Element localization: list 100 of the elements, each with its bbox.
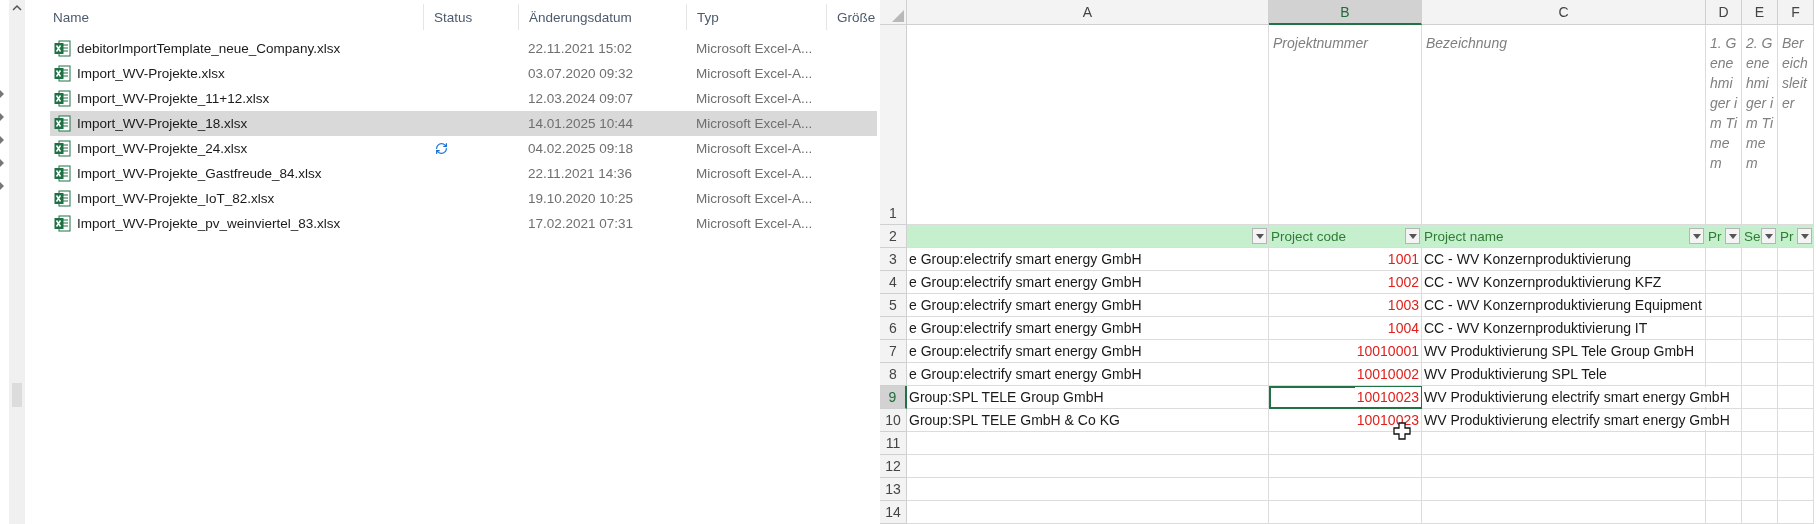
table-cell [1778, 409, 1814, 432]
file-row[interactable]: debitorImportTemplate_neue_Company.xlsx 22.11.2021 15:02 Microsoft Excel-A... [50, 36, 877, 61]
file-date: 12.03.2024 09:07 [527, 91, 635, 106]
file-type: Microsoft Excel-A... [695, 216, 814, 231]
file-date: 17.02.2021 07:31 [527, 216, 635, 231]
filter-button[interactable] [1405, 228, 1420, 244]
table-cell [1706, 455, 1742, 478]
filter-button[interactable] [1797, 228, 1812, 244]
column-header[interactable]: E [1742, 0, 1778, 25]
file-name: Import_WV-Projekte_pv_weinviertel_83.xlsx [77, 216, 341, 231]
column-header[interactable]: Änderungsdatum [518, 4, 686, 30]
row-header[interactable]: 2 [880, 225, 907, 248]
table-cell [1742, 455, 1778, 478]
scroll-up-icon[interactable] [12, 4, 22, 11]
file-name: Import_WV-Projekte_24.xlsx [77, 141, 248, 156]
filter-button[interactable] [1689, 228, 1704, 244]
row-header[interactable]: 3 [880, 248, 907, 271]
file-date: 04.02.2025 09:18 [527, 141, 635, 156]
row-header[interactable]: 13 [880, 478, 907, 501]
column-header[interactable]: Größe [826, 4, 877, 30]
expand-arrow-icon[interactable] [0, 113, 5, 121]
file-row[interactable]: Import_WV-Projekte_Gastfreude_84.xlsx 22.11.2021 14:36 Microsoft Excel-A... [50, 161, 877, 186]
table-cell [1742, 294, 1778, 317]
row-header[interactable]: 4 [880, 271, 907, 294]
filter-button[interactable] [1252, 228, 1267, 244]
expand-arrow-icon[interactable] [0, 182, 5, 190]
header-label: Pr [1779, 228, 1794, 244]
spreadsheet-file-icon [54, 115, 71, 132]
table-cell [1778, 363, 1814, 386]
caret-icon [1800, 233, 1809, 239]
file-row[interactable]: Import_WV-Projekte_11+12.xlsx 12.03.2024 09:07 Microsoft Excel-A... [50, 86, 877, 111]
file-date: 22.11.2021 14:36 [527, 166, 634, 181]
table-cell [1742, 432, 1778, 455]
filter-button[interactable] [1761, 228, 1776, 244]
row-header[interactable]: 6 [880, 317, 907, 340]
row-header[interactable]: 1 [880, 25, 907, 225]
column-header[interactable]: Name [50, 4, 423, 30]
expand-arrow-icon[interactable] [0, 159, 5, 167]
file-row[interactable]: Import_WV-Projekte_24.xlsx 04.02.2025 09:18 Microsoft Excel-A... [50, 136, 877, 161]
spreadsheet-file-icon [54, 165, 71, 182]
table-cell [1778, 386, 1814, 409]
file-type: Microsoft Excel-A... [695, 166, 814, 181]
caret-icon [1408, 233, 1417, 239]
table-cell [1742, 363, 1778, 386]
header-label: Se [1743, 228, 1761, 244]
cell-text: WV Produktivierung electrify smart energy GmbH [1422, 410, 1732, 430]
table-cell [1742, 386, 1778, 409]
cell-text: WV Produktivierung electrify smart energy GmbH [1422, 387, 1732, 407]
file-row[interactable]: Import_WV-Projekte_18.xlsx 14.01.2025 10:44 Microsoft Excel-A... [50, 111, 877, 136]
file-name: debitorImportTemplate_neue_Company.xlsx [77, 41, 341, 56]
row-header[interactable]: 10 [880, 409, 907, 432]
column-header[interactable]: D [1706, 0, 1742, 25]
spreadsheet-file-icon [54, 190, 71, 207]
row-header[interactable]: 9 [880, 386, 907, 409]
file-name: Import_WV-Projekte_18.xlsx [77, 116, 248, 131]
file-date: 03.07.2020 09:32 [527, 66, 635, 81]
file-type: Microsoft Excel-A... [695, 116, 814, 131]
column-header[interactable]: Status [423, 4, 518, 30]
file-type: Microsoft Excel-A... [695, 66, 814, 81]
header-label: Pr [1707, 228, 1722, 244]
table-cell [1742, 501, 1778, 524]
row-header[interactable]: 12 [880, 455, 907, 478]
file-date: 19.10.2020 10:25 [527, 191, 635, 206]
file-row[interactable]: Import_WV-Projekte_pv_weinviertel_83.xlsx 17.02.2021 07:31 Microsoft Excel-A... [50, 211, 877, 236]
row-header[interactable]: 11 [880, 432, 907, 455]
table-cell [1742, 340, 1778, 363]
expand-arrow-icon[interactable] [0, 136, 5, 144]
table-cell [1706, 501, 1742, 524]
file-type: Microsoft Excel-A... [695, 141, 814, 156]
spreadsheet-file-icon [54, 40, 71, 57]
file-type: Microsoft Excel-A... [695, 41, 814, 56]
expand-arrow-icon[interactable] [0, 90, 5, 98]
table-cell [1778, 294, 1814, 317]
file-row[interactable]: Import_WV-Projekte.xlsx 03.07.2020 09:32 Microsoft Excel-A... [50, 61, 877, 86]
cell-text: 10010023 [1354, 387, 1421, 407]
header-label: Project name [1423, 228, 1504, 244]
table-cell [1706, 432, 1742, 455]
cell-text: Bereichsleiter [1781, 34, 1809, 113]
file-row[interactable]: Import_WV-Projekte_IoT_82.xlsx 19.10.2020 10:25 Microsoft Excel-A... [50, 186, 877, 211]
cell-text: Bezeichnung [1425, 34, 1508, 53]
column-header[interactable]: C [1422, 0, 1706, 25]
table-cell [1742, 271, 1778, 294]
cell-text: 1. Genehmiger im Timem [1709, 34, 1739, 173]
column-header[interactable]: A [907, 0, 1269, 25]
filter-button[interactable] [1725, 228, 1740, 244]
row-header[interactable]: 7 [880, 340, 907, 363]
file-date: 22.11.2021 15:02 [527, 41, 634, 56]
table-cell [1778, 478, 1814, 501]
row-header[interactable]: 14 [880, 501, 907, 524]
row-header[interactable]: 5 [880, 294, 907, 317]
row-header[interactable]: 8 [880, 363, 907, 386]
caret-icon [1255, 233, 1264, 239]
file-type: Microsoft Excel-A... [695, 191, 814, 206]
column-header[interactable]: B [1269, 0, 1422, 25]
spreadsheet-file-icon [54, 65, 71, 82]
column-header[interactable]: Typ [686, 4, 826, 30]
spreadsheet-file-icon [54, 90, 71, 107]
spreadsheet-file-icon [54, 140, 71, 157]
table-cell [1778, 455, 1814, 478]
column-header[interactable]: F [1778, 0, 1814, 25]
